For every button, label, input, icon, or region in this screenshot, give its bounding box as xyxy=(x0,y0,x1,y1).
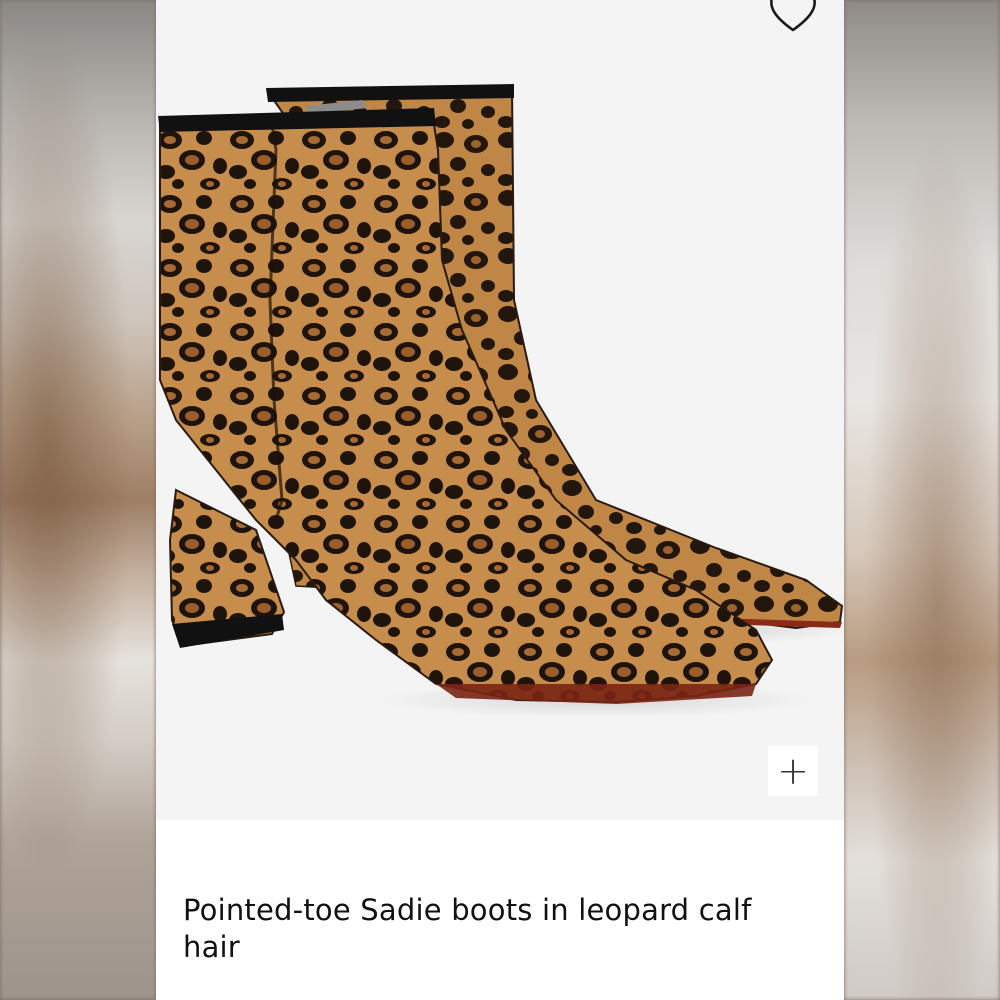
product-image[interactable]: + xyxy=(156,0,844,820)
heart-outline-icon xyxy=(770,0,816,32)
blurred-background-right xyxy=(844,0,1000,1000)
favorite-button[interactable] xyxy=(766,0,820,32)
product-card: + Pointed-toe Sadie boots in leopard cal… xyxy=(156,0,844,1000)
leopard-boots-illustration xyxy=(158,84,844,718)
product-title: Pointed-toe Sadie boots in leopard calf … xyxy=(183,893,752,964)
blurred-background-left xyxy=(0,0,156,1000)
zoom-button[interactable]: + xyxy=(768,746,818,796)
screen: + Pointed-toe Sadie boots in leopard cal… xyxy=(0,0,1000,1000)
plus-icon: + xyxy=(777,749,809,793)
